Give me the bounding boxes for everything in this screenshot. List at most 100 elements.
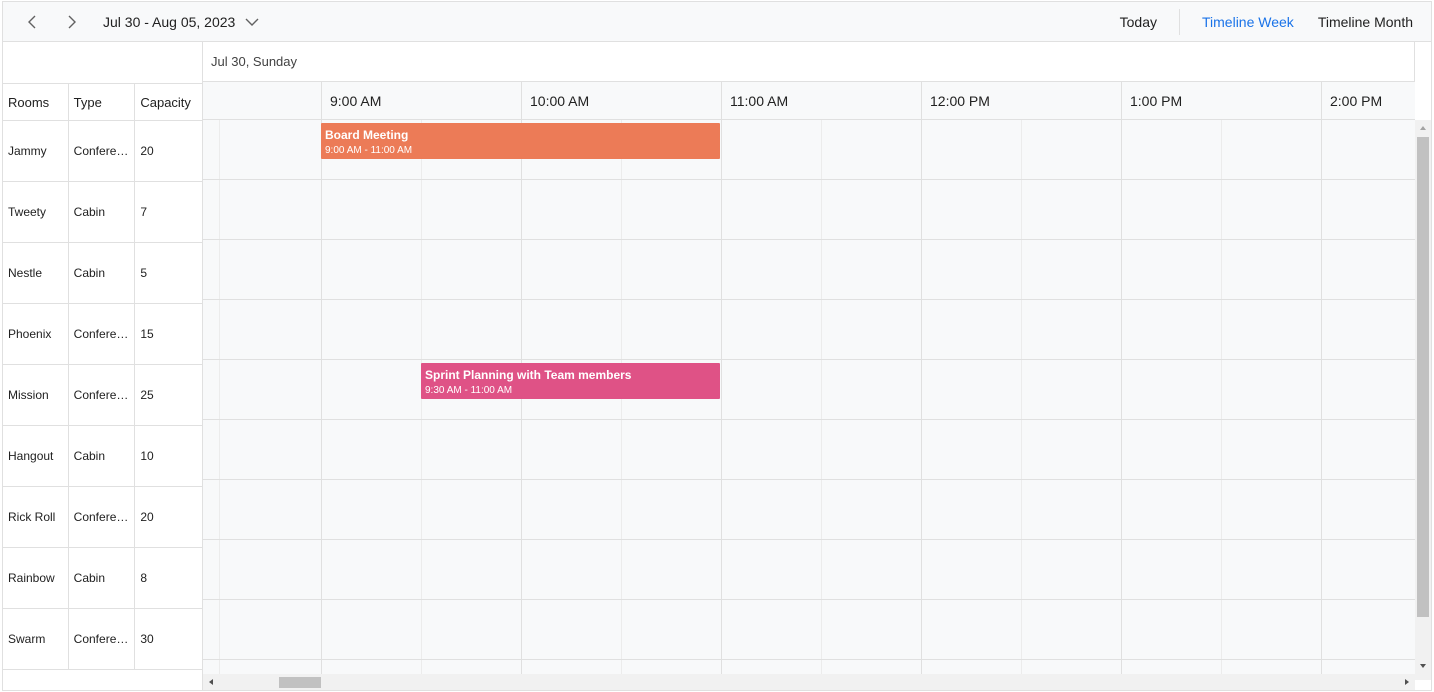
- scroll-right-arrow-icon[interactable]: [1403, 678, 1411, 686]
- room-type: Conference: [69, 121, 136, 181]
- room-type: Cabin: [69, 243, 136, 303]
- grid-line: [621, 120, 622, 680]
- vertical-scroll-thumb[interactable]: [1417, 137, 1429, 617]
- room-type: Cabin: [69, 182, 136, 242]
- resource-row: Hangout Cabin 10: [3, 426, 202, 487]
- room-name-text: Hangout: [8, 449, 54, 463]
- room-capacity-text: 15: [140, 327, 154, 341]
- appointment-time: 9:00 AM - 11:00 AM: [325, 145, 413, 156]
- resource-panel: Rooms Type Capacity Jammy Conference 20 Twe…: [3, 42, 203, 690]
- timeline-week-view-button[interactable]: Timeline Week: [1202, 14, 1294, 30]
- row-divider: [203, 659, 1415, 660]
- date-range-picker[interactable]: Jul 30 - Aug 05, 2023: [103, 2, 259, 42]
- room-type: Conference: [69, 304, 136, 364]
- date-header: Jul 30, Sunday: [203, 42, 1415, 82]
- room-type-text: Conference: [73, 510, 135, 524]
- vertical-scrollbar[interactable]: [1415, 120, 1431, 680]
- resource-row: Phoenix Conference 15: [3, 304, 202, 365]
- room-name-text: Jammy: [8, 144, 47, 158]
- room-name: Tweety: [3, 182, 69, 242]
- resource-row: Jammy Conference 20: [3, 121, 202, 182]
- room-type: Conference: [69, 487, 136, 547]
- room-type-text: Cabin: [73, 571, 106, 585]
- room-capacity: 5: [135, 243, 202, 303]
- previous-button[interactable]: [19, 8, 47, 36]
- chevron-right-icon: [68, 15, 76, 29]
- grid-line: [321, 120, 322, 680]
- time-slot-header: 10:00 AM: [521, 82, 721, 120]
- timeline-month-view-button[interactable]: Timeline Month: [1318, 14, 1413, 30]
- room-name-text: Nestle: [8, 266, 43, 280]
- toolbar: Jul 30 - Aug 05, 2023 Today Timeline Wee…: [3, 2, 1431, 42]
- appointment-time: 9:30 AM - 11:00 AM: [425, 385, 513, 396]
- grid-line: [1321, 120, 1322, 680]
- room-type-text: Conference: [73, 144, 135, 158]
- row-divider: [203, 359, 1415, 360]
- room-capacity-text: 20: [140, 510, 154, 524]
- grid-line: [1021, 120, 1022, 680]
- room-type: Cabin: [69, 426, 136, 486]
- room-type-text: Conference: [73, 327, 135, 341]
- time-slot-header: 9:00 AM: [321, 82, 521, 120]
- appointment-subject: Sprint Planning with Team members: [425, 368, 632, 382]
- room-capacity: 20: [135, 487, 202, 547]
- scroll-left-arrow-icon[interactable]: [207, 678, 215, 686]
- room-name-text: Rainbow: [8, 571, 55, 585]
- room-name: Rainbow: [3, 548, 69, 608]
- resource-header-spacer: [3, 42, 202, 84]
- room-type-text: Conference: [73, 388, 135, 402]
- chevron-left-icon: [28, 15, 36, 29]
- room-capacity-text: 7: [140, 205, 148, 219]
- time-slot-header: 1:00 PM: [1121, 82, 1321, 120]
- resource-column-headers: Rooms Type Capacity: [3, 84, 202, 121]
- grid-line: [1221, 120, 1222, 680]
- room-capacity-text: 5: [140, 266, 148, 280]
- room-name-text: Mission: [8, 388, 49, 402]
- room-name: Rick Roll: [3, 487, 69, 547]
- room-name: Jammy: [3, 121, 69, 181]
- room-capacity-text: 30: [140, 632, 154, 646]
- scroll-down-arrow-icon[interactable]: [1419, 662, 1427, 670]
- today-button[interactable]: Today: [1120, 14, 1157, 30]
- room-name: Hangout: [3, 426, 69, 486]
- capacity-column-header: Capacity: [140, 94, 191, 110]
- appointment[interactable]: Sprint Planning with Team members 9:30 AM…: [421, 363, 720, 399]
- row-divider: [203, 419, 1415, 420]
- resource-rows: Jammy Conference 20 Tweety Cabin 7 Nestle Cabin…: [3, 121, 202, 670]
- room-name: Mission: [3, 365, 69, 425]
- work-cells-area[interactable]: Board Meeting 9:00 AM - 11:00 AM Sprint Pl…: [203, 120, 1415, 680]
- time-slot-header: 2:00 PM: [1321, 82, 1431, 120]
- grid-line: [521, 120, 522, 680]
- room-name: Swarm: [3, 609, 69, 669]
- room-type-text: Cabin: [73, 266, 106, 280]
- timeline: Jul 30, Sunday 9:00 AM 10:00 AM 11:00 AM 12…: [203, 42, 1431, 690]
- room-capacity: 20: [135, 121, 202, 181]
- room-capacity-text: 25: [140, 388, 154, 402]
- room-type-text: Cabin: [73, 205, 106, 219]
- room-capacity: 15: [135, 304, 202, 364]
- horizontal-scroll-thumb[interactable]: [279, 677, 321, 688]
- row-divider: [203, 539, 1415, 540]
- time-slot-header: 12:00 PM: [921, 82, 1121, 120]
- appointment-subject: Board Meeting: [325, 128, 409, 142]
- horizontal-scrollbar[interactable]: [203, 674, 1415, 690]
- grid-line: [821, 120, 822, 680]
- date-range-label: Jul 30 - Aug 05, 2023: [103, 14, 236, 30]
- scroll-up-arrow-icon[interactable]: [1419, 124, 1427, 132]
- room-name: Phoenix: [3, 304, 69, 364]
- time-header: 9:00 AM 10:00 AM 11:00 AM 12:00 PM 1:00 PM 2:…: [203, 82, 1415, 120]
- room-capacity: 7: [135, 182, 202, 242]
- grid-line: [421, 120, 422, 680]
- grid-line: [219, 120, 220, 680]
- appointment[interactable]: Board Meeting 9:00 AM - 11:00 AM: [321, 123, 720, 159]
- room-capacity-text: 20: [140, 144, 154, 158]
- room-name: Nestle: [3, 243, 69, 303]
- room-capacity: 30: [135, 609, 202, 669]
- resource-row: Rick Roll Conference 20: [3, 487, 202, 548]
- resource-row: Swarm Conference 30: [3, 609, 202, 670]
- room-capacity: 8: [135, 548, 202, 608]
- grid-line: [721, 120, 722, 680]
- resource-row: Rainbow Cabin 8: [3, 548, 202, 609]
- rooms-column-header: Rooms: [3, 84, 69, 120]
- next-button[interactable]: [57, 8, 85, 36]
